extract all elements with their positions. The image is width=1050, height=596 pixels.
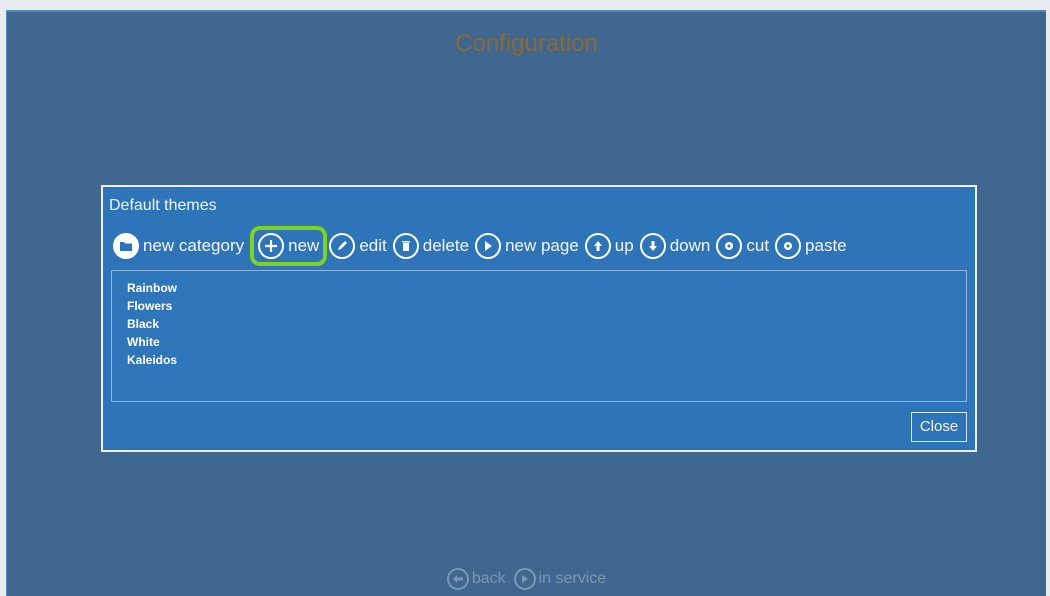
new-button[interactable]: new xyxy=(250,226,328,266)
bottom-nav: back in service xyxy=(7,564,1046,594)
in-service-label: in service xyxy=(538,570,607,587)
themes-list: Rainbow Flowers Black White Kaleidos xyxy=(111,270,967,402)
new-label: new xyxy=(288,236,320,255)
dialog-title: Default themes xyxy=(109,197,217,214)
folder-icon xyxy=(113,233,139,259)
pencil-icon xyxy=(329,233,356,259)
down-button[interactable]: down xyxy=(639,233,711,259)
cut-label: cut xyxy=(746,236,770,255)
back-button[interactable]: back xyxy=(446,568,506,590)
list-item[interactable]: Flowers xyxy=(112,297,966,315)
up-label: up xyxy=(614,236,634,255)
arrow-down-icon xyxy=(639,233,666,259)
close-button[interactable]: Close xyxy=(911,412,967,442)
play-icon xyxy=(513,568,536,590)
delete-label: delete xyxy=(422,236,470,255)
down-label: down xyxy=(669,236,711,255)
paste-label: paste xyxy=(805,236,847,255)
edit-label: edit xyxy=(359,236,387,255)
list-item[interactable]: Black xyxy=(112,315,966,333)
plus-circle-icon xyxy=(258,233,285,259)
cut-button[interactable]: cut xyxy=(716,233,769,259)
new-category-button[interactable]: new category xyxy=(113,233,244,259)
edit-button[interactable]: edit xyxy=(329,233,387,259)
arrow-left-icon xyxy=(446,568,469,590)
gear-icon xyxy=(775,233,802,259)
new-category-label: new category xyxy=(143,236,245,255)
list-item[interactable]: White xyxy=(112,333,966,351)
app-frame: Configuration Default themes new categor… xyxy=(6,10,1046,596)
page-title: Configuration xyxy=(455,30,598,57)
paste-button[interactable]: paste xyxy=(775,233,847,259)
new-page-label: new page xyxy=(505,236,579,255)
list-item[interactable]: Kaleidos xyxy=(112,351,966,369)
back-label: back xyxy=(471,570,506,587)
delete-button[interactable]: delete xyxy=(392,233,470,259)
arrow-up-icon xyxy=(584,233,611,259)
toolbar: new category new edit delete new page up… xyxy=(113,226,969,266)
list-item[interactable]: Rainbow xyxy=(112,279,966,297)
trash-icon xyxy=(392,233,419,259)
play-icon xyxy=(475,233,502,259)
gear-icon xyxy=(716,233,743,259)
new-page-button[interactable]: new page xyxy=(475,233,579,259)
up-button[interactable]: up xyxy=(584,233,634,259)
in-service-button[interactable]: in service xyxy=(513,568,607,590)
themes-dialog: Default themes new category new edit del… xyxy=(101,185,977,452)
